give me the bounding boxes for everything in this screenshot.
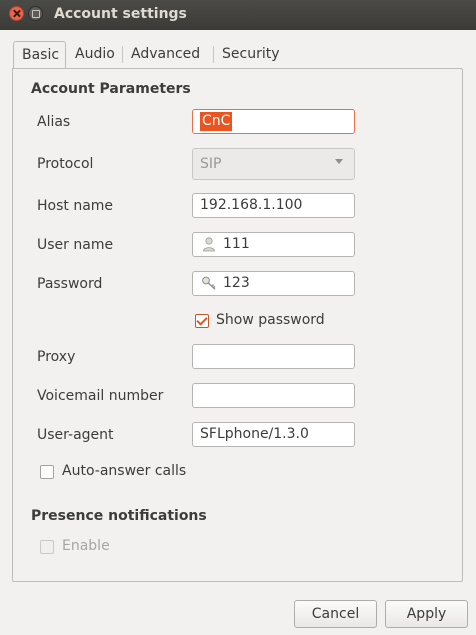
- host-name-input[interactable]: 192.168.1.100: [192, 193, 355, 218]
- user-name-label: User name: [37, 237, 114, 253]
- host-name-label: Host name: [37, 198, 114, 214]
- proxy-label: Proxy: [37, 349, 76, 365]
- title-bar: Account settings: [0, 0, 476, 30]
- alias-label: Alias: [37, 114, 71, 130]
- alias-value: CnC: [200, 112, 233, 131]
- proxy-input[interactable]: [192, 344, 355, 369]
- tab-audio[interactable]: Audio: [67, 41, 123, 68]
- password-input[interactable]: 123: [192, 271, 355, 296]
- auto-answer-checkbox[interactable]: [40, 465, 54, 479]
- window-title: Account settings: [54, 6, 187, 22]
- cancel-button[interactable]: Cancel: [294, 600, 377, 628]
- user-agent-input[interactable]: SFLphone/1.3.0: [192, 422, 355, 447]
- protocol-select[interactable]: SIP: [192, 148, 355, 180]
- voicemail-number-input[interactable]: [192, 383, 355, 408]
- key-icon: [201, 275, 217, 291]
- user-name-input[interactable]: 111: [192, 232, 355, 257]
- close-window-icon[interactable]: [9, 6, 24, 21]
- apply-button[interactable]: Apply: [385, 600, 468, 628]
- password-label: Password: [37, 276, 103, 292]
- presence-notifications-heading: Presence notifications: [31, 508, 207, 524]
- show-password-checkbox[interactable]: [195, 314, 209, 328]
- person-icon: [201, 236, 217, 252]
- restore-window-icon[interactable]: [28, 6, 43, 21]
- password-value: 123: [223, 275, 250, 291]
- tab-security[interactable]: Security: [214, 41, 289, 68]
- protocol-value: SIP: [200, 156, 222, 172]
- auto-answer-label[interactable]: Auto-answer calls: [62, 463, 186, 479]
- show-password-label[interactable]: Show password: [216, 312, 325, 328]
- protocol-label: Protocol: [37, 156, 94, 172]
- tab-basic[interactable]: Basic: [13, 41, 66, 69]
- account-parameters-heading: Account Parameters: [31, 81, 191, 97]
- user-agent-label: User-agent: [37, 427, 114, 443]
- tab-advanced[interactable]: Advanced: [123, 41, 214, 68]
- user-name-value: 111: [223, 236, 250, 252]
- alias-input[interactable]: CnC: [192, 109, 355, 134]
- voicemail-number-label: Voicemail number: [37, 388, 164, 404]
- presence-enable-checkbox[interactable]: [40, 540, 54, 554]
- presence-enable-label: Enable: [62, 538, 110, 554]
